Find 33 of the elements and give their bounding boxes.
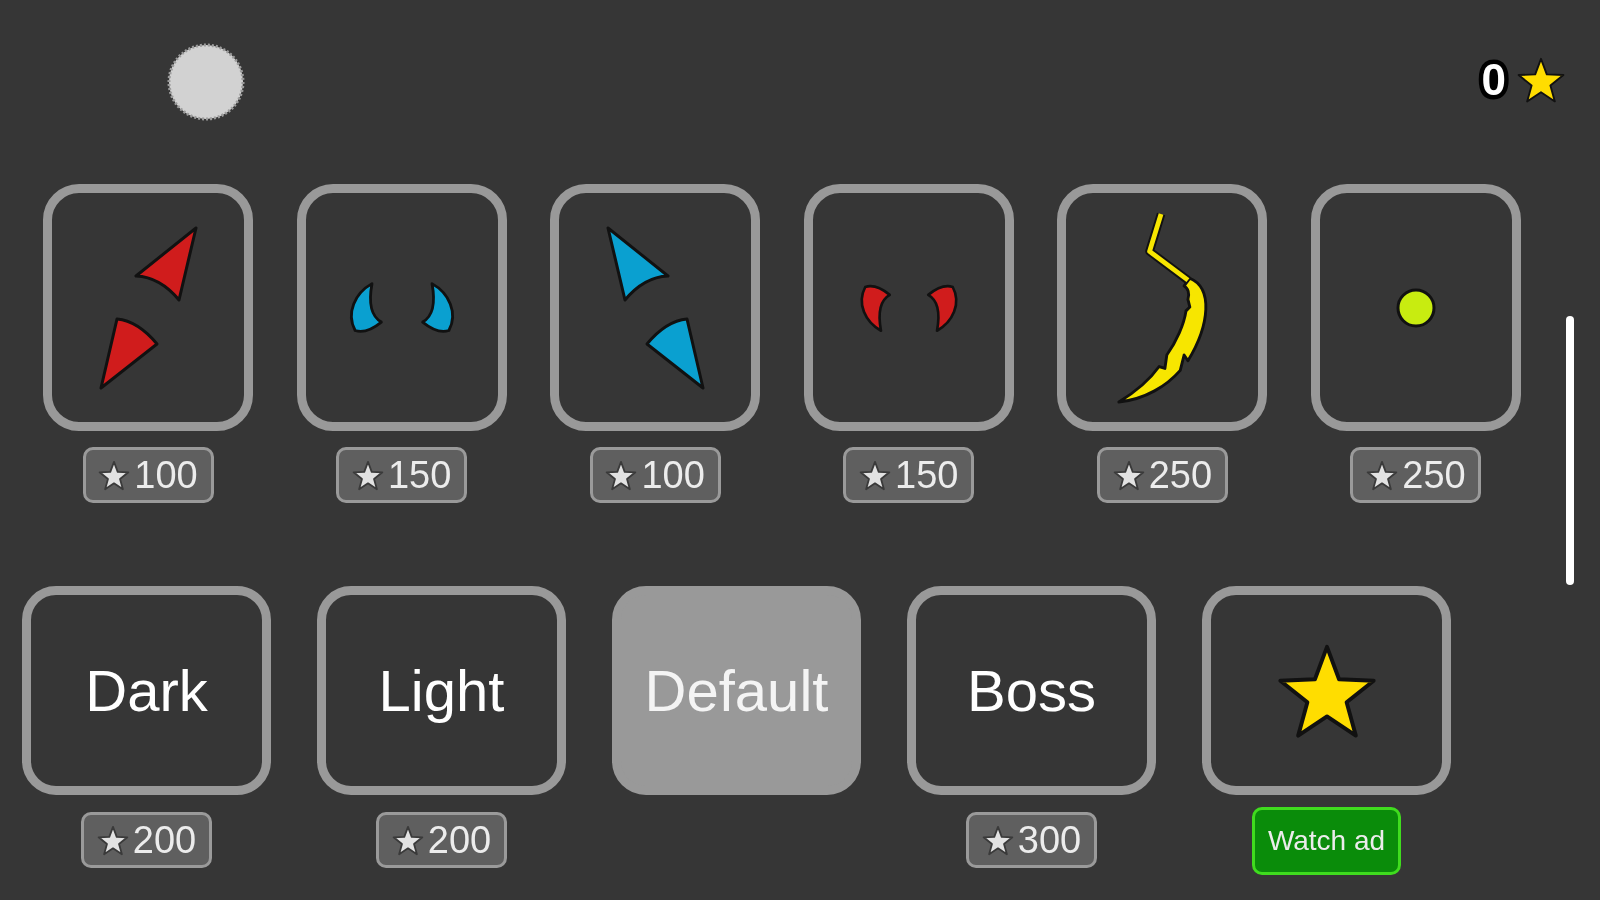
price-text: 100 (134, 456, 198, 494)
star-icon (1516, 56, 1566, 104)
star-icon (605, 459, 638, 491)
theme-button[interactable]: Dark (22, 586, 271, 795)
price-text: 250 (1148, 456, 1213, 494)
price-text: 200 (427, 821, 492, 859)
watch-ad-button[interactable]: Watch ad (1252, 807, 1401, 875)
star-icon (98, 459, 131, 491)
star-icon (351, 459, 384, 491)
reward-button[interactable] (1202, 586, 1451, 795)
price-text: 100 (641, 456, 705, 494)
price-text: 150 (895, 456, 959, 494)
skin-button[interactable] (550, 184, 761, 431)
price-text: 250 (1402, 456, 1466, 494)
disc-icon[interactable] (167, 43, 245, 121)
theme-button[interactable]: Light (317, 586, 566, 795)
star-icon (96, 824, 129, 856)
spikes-icon (604, 224, 706, 391)
star-icon (1112, 459, 1145, 491)
star-icon (859, 459, 892, 491)
price-text: 150 (387, 456, 452, 494)
spikes-icon (97, 224, 199, 391)
price-text: 200 (132, 821, 197, 859)
skin-button[interactable] (43, 184, 253, 431)
theme-button[interactable]: Boss (907, 586, 1156, 795)
dot-icon (1395, 287, 1436, 328)
star-icon (391, 824, 424, 856)
star-icon (981, 824, 1014, 856)
skin-button[interactable] (1057, 184, 1268, 431)
star-icon (1366, 459, 1399, 491)
scrollbar-thumb[interactable] (1566, 316, 1574, 585)
price-text: 300 (1017, 821, 1082, 859)
star-count: 0 (1481, 58, 1506, 102)
